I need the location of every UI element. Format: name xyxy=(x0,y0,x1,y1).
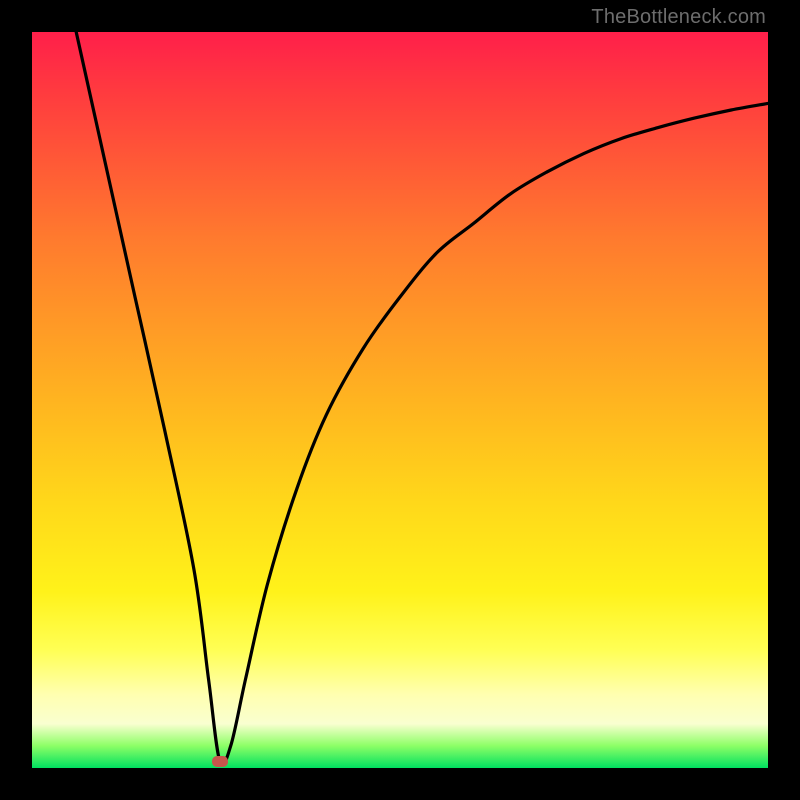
bottleneck-curve-path xyxy=(76,32,768,765)
curve-svg xyxy=(32,32,768,768)
chart-frame: TheBottleneck.com xyxy=(0,0,800,800)
plot-area xyxy=(32,32,768,768)
optimal-marker xyxy=(212,756,228,767)
attribution-text: TheBottleneck.com xyxy=(591,6,766,29)
